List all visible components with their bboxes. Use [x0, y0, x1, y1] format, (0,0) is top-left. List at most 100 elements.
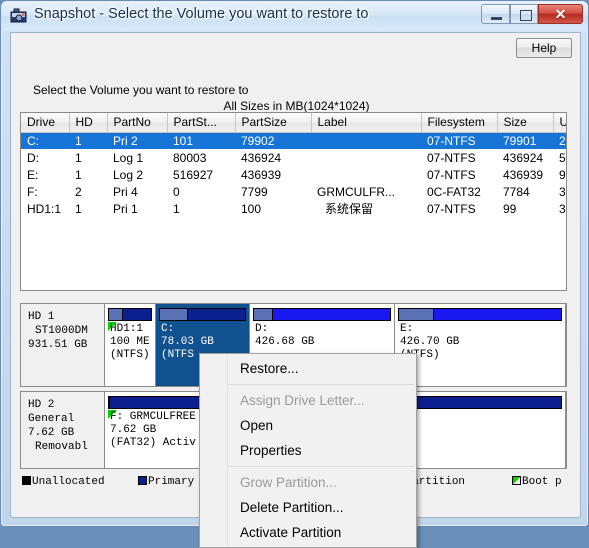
cell-hd: 1 — [75, 167, 82, 182]
partition-used-segment — [254, 309, 273, 320]
column-header-partno[interactable]: PartNo — [107, 113, 168, 133]
column-header-partsize[interactable]: PartSize — [235, 113, 312, 133]
legend-swatch-unallocated — [22, 476, 31, 485]
column-header-drive[interactable]: Drive — [21, 113, 70, 133]
disk-capacity-hd1: 931.51 GB — [28, 339, 88, 351]
cell-partno: Pri 1 — [113, 201, 138, 216]
cell-partsize: 79902 — [235, 132, 311, 149]
cell-partno: Pri 4 — [113, 184, 138, 199]
disk-model-hd1: ST1000DM — [35, 325, 88, 337]
partition-label-line: (NTFS) — [400, 349, 440, 361]
client-area: Help Select the Volume you want to resto… — [10, 32, 581, 548]
column-header-hd[interactable]: HD — [69, 113, 108, 133]
cell-filesystem: 07-NTFS — [427, 150, 476, 165]
disk-capacity-hd2: 7.62 GB — [28, 427, 75, 439]
column-header-size[interactable]: Size — [497, 113, 554, 133]
cell-used: 25470 — [553, 132, 566, 149]
context-menu-items: Restore... Assign Drive Letter... Open Prop… — [200, 356, 416, 545]
partition-label: E: 426.70 GB (NTFS) — [400, 323, 563, 362]
context-menu-item[interactable]: Restore... — [200, 356, 416, 381]
disk-model-hd2: General — [28, 413, 75, 425]
partition-block[interactable]: HD1:1 100 ME (NTFS) — [105, 304, 156, 386]
cell-size: 7784 — [503, 184, 530, 199]
cell-used: 3933 — [559, 184, 566, 199]
cell-partno: Log 2 — [113, 167, 144, 182]
legend-label: Unallocated — [32, 476, 105, 488]
context-menu-item: Grow Partition... — [240, 475, 337, 490]
instruction-label: Select the Volume you want to restore to — [33, 83, 249, 97]
partition-label-line: 100 ME — [110, 336, 150, 348]
window-title: Snapshot - Select the Volume you want to… — [34, 6, 369, 22]
column-header-partstart[interactable]: PartSt... — [167, 113, 236, 133]
table-row[interactable]: HD1:11Pri 11100系统保留07-NTFS993069 — [21, 200, 566, 217]
partition-used-segment — [399, 309, 435, 320]
disk-removable-hd2: Removabl — [35, 441, 88, 453]
partition-context-menu[interactable]: Restore... Assign Drive Letter... Open Prop… — [199, 353, 417, 548]
partition-label-line: C: — [161, 323, 175, 335]
partition-block[interactable]: E: 426.70 GB (NTFS) — [395, 304, 566, 386]
cell-partsize: 436924 — [241, 150, 282, 165]
legend-item: Primary — [138, 476, 194, 488]
table-row[interactable]: F: 2 Pri 4 0 7799 GRMCULFR... 0C-FAT32 7784 3933… — [21, 183, 566, 200]
partition-usage-bar — [398, 308, 562, 321]
legend-label: Primary — [148, 476, 195, 488]
minimize-button[interactable] — [481, 4, 510, 24]
cell-partstart: 1 — [173, 201, 180, 216]
cell-filesystem: 07-NTFS — [421, 132, 497, 149]
table-row[interactable]: E:1Log 251692743693907-NTFS4369399166534… — [21, 166, 566, 183]
close-icon: ✕ — [554, 6, 567, 22]
partition-label-line: 426.70 GB — [400, 336, 460, 348]
table-header-row: Drive HD PartNo PartSt... PartSize Label… — [21, 113, 566, 133]
cell-filesystem: 0C-FAT32 — [427, 184, 481, 199]
partition-usage-bar — [108, 308, 152, 321]
legend-swatch-primary — [138, 476, 147, 485]
cell-drive: F: — [27, 184, 38, 199]
sizes-unit-label: All Sizes in MB(1024*1024) — [223, 99, 370, 113]
title-bar[interactable]: Snapshot - Select the Volume you want to… — [1, 1, 588, 31]
cell-size: 436939 — [503, 167, 544, 182]
partition-label-line: 78.03 GB — [161, 336, 214, 348]
cell-label: 系统保留 — [325, 202, 374, 216]
volume-table-container[interactable]: Drive HD PartNo PartSt... PartSize Label… — [20, 112, 567, 291]
cell-partsize: 436939 — [241, 167, 282, 182]
cell-used: 30 — [559, 201, 566, 216]
close-button[interactable]: ✕ — [538, 4, 583, 24]
help-button[interactable]: Help — [516, 38, 572, 58]
partition-label-line: HD1:1 — [110, 323, 144, 335]
legend-item: Unallocated — [22, 476, 105, 488]
maximize-icon — [520, 10, 532, 21]
column-header-filesystem[interactable]: Filesystem — [421, 113, 498, 133]
cell-label — [311, 132, 421, 149]
cell-drive: E: — [27, 167, 39, 182]
snapshot-camera-icon — [10, 7, 28, 25]
minimize-icon — [491, 17, 502, 20]
cell-filesystem: 07-NTFS — [427, 167, 476, 182]
context-menu-item[interactable]: Activate Partition — [200, 520, 416, 545]
cell-partsize: 7799 — [241, 184, 268, 199]
cell-used: 91665 — [559, 167, 566, 182]
cell-size: 99 — [503, 201, 517, 216]
table-row[interactable]: D:1Log 18000343692407-NTFS43692455117381… — [21, 149, 566, 166]
column-header-used[interactable]: Used — [553, 113, 566, 133]
context-menu-item[interactable]: Properties — [200, 438, 416, 463]
cell-drive: C: — [21, 132, 69, 149]
context-menu-item[interactable]: Delete Partition... — [200, 495, 416, 520]
column-header-label[interactable]: Label — [311, 113, 422, 133]
partition-label-line: (NTFS) — [110, 349, 150, 361]
maximize-button[interactable] — [510, 4, 538, 24]
volume-table-body: C:1Pri 21017990207-NTFS799012547054431D:… — [21, 132, 566, 217]
context-menu-item[interactable]: Open — [200, 413, 416, 438]
disk-info-hd1: HD 1 ST1000DM 931.51 GB — [21, 304, 105, 386]
cell-size: 79901 — [497, 132, 553, 149]
cell-label — [311, 166, 421, 183]
partition-label-line: D: — [255, 323, 269, 335]
cell-drive: HD1:1 — [27, 201, 62, 216]
disk-name-hd1: HD 1 — [28, 311, 55, 323]
partition-label-line: E: — [400, 323, 414, 335]
cell-partsize: 100 — [241, 201, 262, 216]
cell-size: 436924 — [503, 150, 544, 165]
cell-drive: D: — [27, 150, 39, 165]
partition-usage-bar — [159, 308, 246, 321]
table-row[interactable]: C:1Pri 21017990207-NTFS799012547054431 — [21, 132, 566, 149]
context-menu-separator — [228, 384, 414, 385]
